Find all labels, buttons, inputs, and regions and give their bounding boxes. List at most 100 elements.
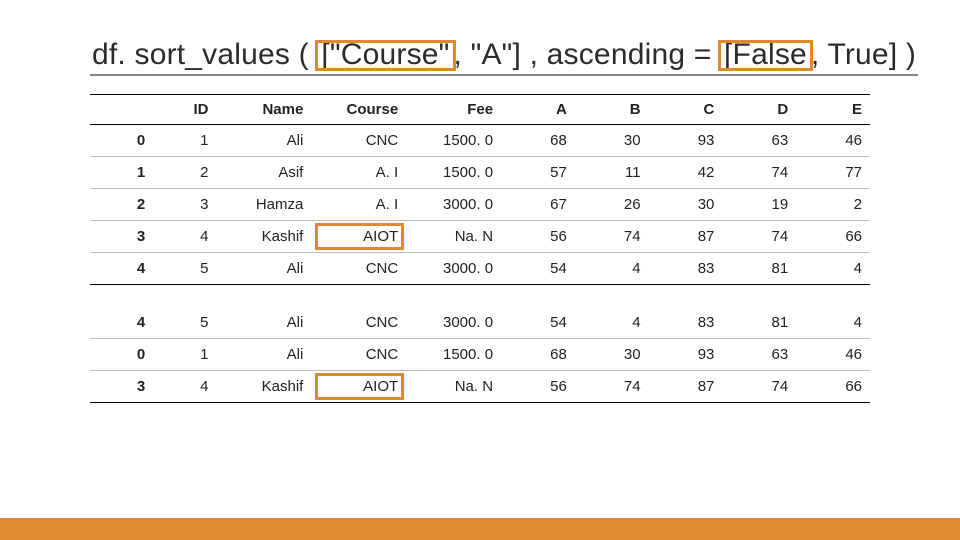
cell-c: 87 [649,221,723,253]
col-header-fee: Fee [406,95,501,125]
col-header-course: Course [311,95,406,125]
cell-id: 2 [153,157,216,189]
cell-course: AIOT [311,371,406,403]
cell-name: Ali [216,339,311,371]
cell-d: 74 [722,221,796,253]
cell-e: 66 [796,371,870,403]
cell-e: 2 [796,189,870,221]
cell-id: 1 [153,339,216,371]
cell-fee: Na. N [406,221,501,253]
cell-c: 83 [649,253,723,285]
cell-e: 4 [796,253,870,285]
cell-a: 54 [501,307,575,339]
cell-name: Hamza [216,189,311,221]
cell-fee: 1500. 0 [406,157,501,189]
table-row: 01AliCNC1500. 06830936346 [90,339,870,371]
title-part-3: , True] ) [811,38,916,71]
cell-a: 54 [501,253,575,285]
row-index: 0 [90,125,153,157]
slide-title: df. sort_values ( ["Course", "A"] , asce… [90,38,918,76]
cell-c: 87 [649,371,723,403]
table-row: 34KashifAIOTNa. N5674877466 [90,371,870,403]
cell-name: Ali [216,307,311,339]
col-header-a: A [501,95,575,125]
title-wrap: df. sort_values ( ["Course", "A"] , asce… [90,38,870,76]
cell-c: 93 [649,125,723,157]
cell-b: 74 [575,371,649,403]
cell-b: 11 [575,157,649,189]
cell-b: 4 [575,307,649,339]
table-row: 45AliCNC3000. 054483814 [90,307,870,339]
col-header-id: ID [153,95,216,125]
cell-d: 74 [722,371,796,403]
cell-name: Asif [216,157,311,189]
row-index: 3 [90,221,153,253]
cell-a: 56 [501,221,575,253]
cell-c: 83 [649,307,723,339]
cell-id: 5 [153,253,216,285]
cell-d: 63 [722,339,796,371]
cell-fee: 1500. 0 [406,339,501,371]
cell-name: Ali [216,253,311,285]
col-header-d: D [722,95,796,125]
cell-b: 74 [575,221,649,253]
table-row: 12AsifA. I1500. 05711427477 [90,157,870,189]
cell-d: 81 [722,307,796,339]
cell-d: 63 [722,125,796,157]
cell-e: 66 [796,221,870,253]
table-row: 23HamzaA. I3000. 0672630192 [90,189,870,221]
cell-a: 56 [501,371,575,403]
row-index: 4 [90,307,153,339]
cell-id: 4 [153,371,216,403]
cell-d: 74 [722,157,796,189]
title-highlight-1: ["Course" [317,38,453,71]
header-row: ID Name Course Fee A B C D E [90,95,870,125]
cell-fee: 3000. 0 [406,189,501,221]
dataframe-table-sorted: 45AliCNC3000. 05448381401AliCNC1500. 068… [90,307,870,403]
row-index: 1 [90,157,153,189]
cell-c: 30 [649,189,723,221]
title-part-1: df. sort_values ( [92,38,317,71]
col-header-index [90,95,153,125]
table-row: 45AliCNC3000. 054483814 [90,253,870,285]
cell-id: 1 [153,125,216,157]
row-index: 2 [90,189,153,221]
cell-a: 57 [501,157,575,189]
tables-container: ID Name Course Fee A B C D E 01AliCNC150… [90,94,870,403]
cell-e: 4 [796,307,870,339]
table-body-2: 45AliCNC3000. 05448381401AliCNC1500. 068… [90,307,870,403]
cell-e: 77 [796,157,870,189]
col-header-name: Name [216,95,311,125]
cell-course: AIOT [311,221,406,253]
cell-a: 68 [501,125,575,157]
table-row: 34KashifAIOTNa. N5674877466 [90,221,870,253]
row-index: 0 [90,339,153,371]
cell-name: Kashif [216,371,311,403]
cell-fee: 3000. 0 [406,307,501,339]
cell-course: CNC [311,339,406,371]
cell-a: 68 [501,339,575,371]
cell-name: Ali [216,125,311,157]
cell-course: CNC [311,125,406,157]
col-header-c: C [649,95,723,125]
row-index: 3 [90,371,153,403]
cell-fee: Na. N [406,371,501,403]
cell-course: A. I [311,157,406,189]
dataframe-table-original: ID Name Course Fee A B C D E 01AliCNC150… [90,94,870,285]
table-row: 01AliCNC1500. 06830936346 [90,125,870,157]
cell-c: 42 [649,157,723,189]
cell-course: A. I [311,189,406,221]
title-part-2: , "A"] , ascending = [454,38,720,71]
footer-accent-bar [0,518,960,540]
cell-b: 30 [575,339,649,371]
col-header-b: B [575,95,649,125]
cell-fee: 3000. 0 [406,253,501,285]
slide: df. sort_values ( ["Course", "A"] , asce… [0,0,960,540]
table-body-1: 01AliCNC1500. 0683093634612AsifA. I1500.… [90,125,870,285]
cell-b: 4 [575,253,649,285]
cell-d: 81 [722,253,796,285]
cell-b: 26 [575,189,649,221]
cell-fee: 1500. 0 [406,125,501,157]
cell-id: 4 [153,221,216,253]
cell-e: 46 [796,125,870,157]
